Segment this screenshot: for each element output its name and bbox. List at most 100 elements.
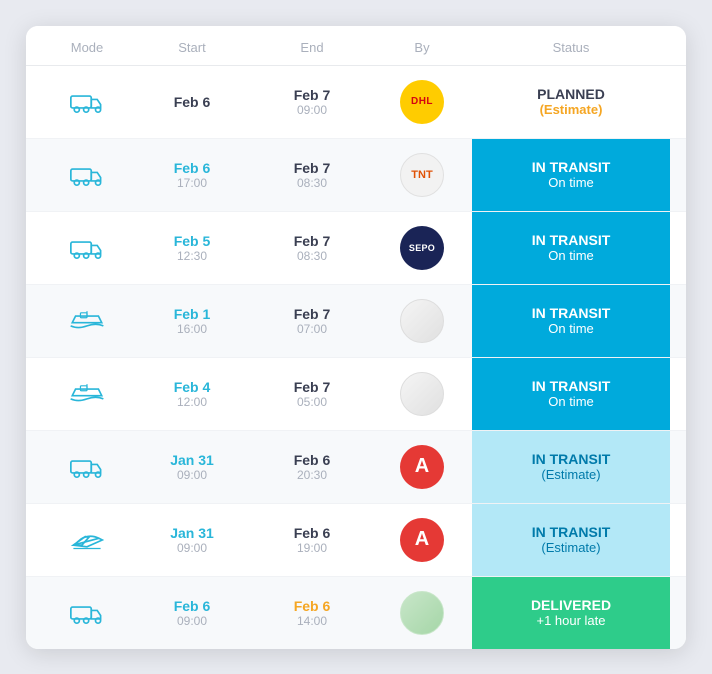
- status-badge: IN TRANSIT (Estimate): [472, 431, 670, 503]
- end-time: 08:30: [297, 176, 327, 190]
- table-row: Feb 6 09:00 Feb 6 14:00 DELIVERED +1 hou…: [26, 577, 686, 649]
- status-sub-label: On time: [548, 394, 594, 409]
- status-sub-label: On time: [548, 175, 594, 190]
- mode-icon-cell: [42, 90, 132, 114]
- carrier-logo-tnt: TNT: [400, 153, 444, 197]
- status-sub-label: (Estimate): [541, 467, 600, 482]
- mode-icon-cell: [42, 528, 132, 552]
- carrier-logo-sepo: SEPO: [400, 226, 444, 270]
- start-cell: Feb 6 09:00: [132, 598, 252, 628]
- carrier-logo-green: [400, 591, 444, 635]
- carrier-logo-sea: [400, 299, 444, 343]
- status-sub-label: (Estimate): [540, 102, 603, 117]
- start-cell: Jan 31 09:00: [132, 525, 252, 555]
- start-cell: Feb 1 16:00: [132, 306, 252, 336]
- status-main-label: IN TRANSIT: [532, 378, 611, 394]
- start-date: Feb 6: [174, 94, 211, 110]
- mode-icon-cell: [42, 163, 132, 187]
- end-time: 05:00: [297, 395, 327, 409]
- end-cell: Feb 6 20:30: [252, 452, 372, 482]
- status-main-label: IN TRANSIT: [532, 524, 611, 540]
- start-date: Feb 6: [174, 598, 211, 614]
- carrier-cell: TNT: [372, 153, 472, 197]
- table-row: Feb 1 16:00 Feb 7 07:00 IN TRANSIT On ti…: [26, 285, 686, 358]
- mode-icon-cell: [42, 236, 132, 260]
- end-date: Feb 7: [294, 306, 331, 322]
- status-badge: IN TRANSIT On time: [472, 212, 670, 284]
- status-badge: IN TRANSIT On time: [472, 358, 670, 430]
- start-date: Feb 6: [174, 160, 211, 176]
- status-sub-label: On time: [548, 321, 594, 336]
- col-by: By: [372, 40, 472, 55]
- mode-icon-cell: [42, 601, 132, 625]
- status-badge: IN TRANSIT On time: [472, 285, 670, 357]
- carrier-cell: [372, 591, 472, 635]
- table-row: Feb 6 17:00 Feb 7 08:30 TNT IN TRANSIT O…: [26, 139, 686, 212]
- end-time: 19:00: [297, 541, 327, 555]
- table-row: Jan 31 09:00 Feb 6 19:00 A IN TRANSIT (E…: [26, 504, 686, 577]
- status-badge: DELIVERED +1 hour late: [472, 577, 670, 649]
- start-time: 09:00: [177, 541, 207, 555]
- end-cell: Feb 6 14:00: [252, 598, 372, 628]
- start-time: 09:00: [177, 468, 207, 482]
- mode-icon-cell: [42, 455, 132, 479]
- end-time: 20:30: [297, 468, 327, 482]
- start-date: Feb 4: [174, 379, 211, 395]
- end-date: Feb 6: [294, 525, 331, 541]
- status-sub-label: On time: [548, 248, 594, 263]
- end-time: 09:00: [297, 103, 327, 117]
- status-main-label: IN TRANSIT: [532, 159, 611, 175]
- carrier-cell: [372, 372, 472, 416]
- start-time: 09:00: [177, 614, 207, 628]
- table-row: Feb 6 Feb 7 09:00 DHL PLANNED (Estimate): [26, 66, 686, 139]
- mode-icon-cell: [42, 382, 132, 406]
- end-date: Feb 7: [294, 160, 331, 176]
- status-badge: IN TRANSIT On time: [472, 139, 670, 211]
- end-cell: Feb 7 08:30: [252, 160, 372, 190]
- start-cell: Feb 5 12:30: [132, 233, 252, 263]
- carrier-cell: A: [372, 445, 472, 489]
- carrier-logo-red: A: [400, 518, 444, 562]
- status-main-label: PLANNED: [537, 86, 605, 102]
- table-row: Jan 31 09:00 Feb 6 20:30 A IN TRANSIT (E…: [26, 431, 686, 504]
- table-body: Feb 6 Feb 7 09:00 DHL PLANNED (Estimate)…: [26, 66, 686, 649]
- end-cell: Feb 7 08:30: [252, 233, 372, 263]
- end-date: Feb 7: [294, 87, 331, 103]
- end-date: Feb 7: [294, 379, 331, 395]
- end-date: Feb 7: [294, 233, 331, 249]
- start-date: Jan 31: [170, 525, 214, 541]
- start-cell: Feb 6 17:00: [132, 160, 252, 190]
- mode-icon-cell: [42, 309, 132, 333]
- status-main-label: IN TRANSIT: [532, 305, 611, 321]
- start-cell: Jan 31 09:00: [132, 452, 252, 482]
- status-main-label: IN TRANSIT: [532, 451, 611, 467]
- carrier-cell: [372, 299, 472, 343]
- start-date: Jan 31: [170, 452, 214, 468]
- end-time: 07:00: [297, 322, 327, 336]
- start-time: 16:00: [177, 322, 207, 336]
- end-cell: Feb 6 19:00: [252, 525, 372, 555]
- start-date: Feb 5: [174, 233, 211, 249]
- end-cell: Feb 7 05:00: [252, 379, 372, 409]
- start-time: 12:00: [177, 395, 207, 409]
- col-start: Start: [132, 40, 252, 55]
- status-sub-label: +1 hour late: [536, 613, 605, 628]
- carrier-logo-sea: [400, 372, 444, 416]
- end-date: Feb 6: [294, 452, 331, 468]
- carrier-logo-dhl: DHL: [400, 80, 444, 124]
- status-main-label: DELIVERED: [531, 597, 611, 613]
- end-time: 08:30: [297, 249, 327, 263]
- start-cell: Feb 6: [132, 94, 252, 110]
- start-time: 17:00: [177, 176, 207, 190]
- col-end: End: [252, 40, 372, 55]
- col-status: Status: [472, 40, 670, 55]
- shipment-table: Mode Start End By Status Feb 6 Feb 7 09:…: [26, 26, 686, 649]
- carrier-cell: A: [372, 518, 472, 562]
- table-header: Mode Start End By Status: [26, 26, 686, 66]
- end-cell: Feb 7 07:00: [252, 306, 372, 336]
- start-cell: Feb 4 12:00: [132, 379, 252, 409]
- end-time: 14:00: [297, 614, 327, 628]
- carrier-cell: DHL: [372, 80, 472, 124]
- col-mode: Mode: [42, 40, 132, 55]
- status-badge: PLANNED (Estimate): [472, 66, 670, 138]
